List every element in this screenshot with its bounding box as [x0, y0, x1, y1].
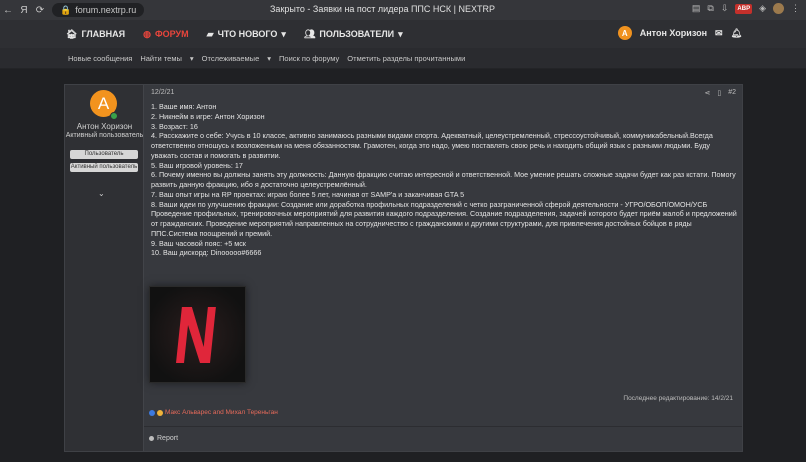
online-status-icon [110, 112, 118, 120]
post-line: 8. Ваши идеи по улучшению фракции: Созда… [151, 199, 737, 238]
users-icon: 👥︎ [303, 28, 316, 39]
attachment-image[interactable]: N [149, 286, 246, 383]
reader-icon[interactable]: ▤ [692, 3, 701, 14]
like-icon [149, 409, 155, 416]
chevron-down-icon[interactable]: ▾ [190, 54, 194, 63]
inbox-icon[interactable]: ✉ [715, 28, 723, 39]
browser-toolbar: ← Я ⟳ 🔒 forum.nextrp.ru Закрыто - Заявки… [0, 0, 806, 20]
author-badge: Пользователь [70, 150, 138, 159]
user-avatar[interactable]: А [617, 26, 632, 40]
subnav-watched[interactable]: Отслеживаемые [202, 54, 260, 63]
subnav-search-forums[interactable]: Поиск по форуму [279, 54, 339, 63]
nav-home[interactable]: 🏠︎ ГЛАВНАЯ [66, 29, 125, 40]
yandex-icon[interactable]: Я [16, 5, 32, 16]
extension-icon[interactable]: ◈ [759, 3, 766, 14]
chevron-down-icon[interactable]: ⌄ [98, 189, 105, 198]
back-icon[interactable]: ← [0, 5, 16, 16]
subnav-mark-read[interactable]: Отметить разделы прочитанными [347, 54, 465, 63]
bookmark-icon[interactable]: ⧉ [707, 3, 713, 14]
bookmark-icon[interactable]: ▯ [717, 89, 721, 97]
nav-forums[interactable]: ◍ ФОРУМ [143, 29, 189, 40]
reload-icon[interactable]: ⟳ [32, 5, 48, 16]
post-line: 2. Никнейм в игре: Антон Хоризон [151, 111, 265, 121]
reactions[interactable]: Макс Альварес and Михал Тереньган [149, 409, 278, 416]
bell-icon[interactable]: 🔔︎ [731, 28, 742, 39]
share-icon[interactable]: ⋖ [704, 89, 710, 97]
chat-icon: ▰ [206, 28, 214, 39]
profile-avatar-icon[interactable] [773, 3, 784, 14]
post-message: А Антон Хоризон Активный пользователь По… [64, 84, 743, 452]
url-text: forum.nextrp.ru [75, 5, 137, 15]
nav-whats-new[interactable]: ▰ ЧТО НОВОГО ▾ [207, 29, 286, 40]
author-title: Активный пользователь [65, 132, 144, 139]
download-icon[interactable]: ⇩ [721, 3, 729, 14]
window-title: Закрыто - Заявки на пост лидера ППС НСК … [270, 4, 495, 14]
user-name[interactable]: Антон Хоризон [640, 28, 707, 38]
report-icon [149, 436, 154, 441]
divider [144, 426, 742, 427]
last-edited: Последнее редактирование: 14/2/21 [623, 395, 733, 402]
post-line: 9. Ваш часовой пояс: +5 мск [151, 238, 246, 248]
post-body: 1. Ваше имя: Антон 2. Никнейм в игре: Ан… [151, 102, 737, 258]
sub-navigation: Новые сообщения Найти темы ▾ Отслеживаем… [0, 48, 806, 69]
author-badge: Активный пользователь [70, 163, 138, 172]
address-bar[interactable]: 🔒 forum.nextrp.ru [52, 3, 145, 17]
subnav-new-posts[interactable]: Новые сообщения [68, 54, 132, 63]
chevron-down-icon[interactable]: ▾ [267, 54, 271, 63]
nav-members[interactable]: 👥︎ ПОЛЬЗОВАТЕЛИ ▾ [304, 29, 403, 40]
subnav-find-threads[interactable]: Найти темы [140, 54, 182, 63]
smile-icon [157, 409, 163, 416]
post-line: 6. Почему именно вы должны занять эту до… [151, 170, 736, 189]
author-name[interactable]: Антон Хоризон [65, 122, 144, 131]
post-line: 1. Ваше имя: Антон [151, 102, 217, 111]
post-line: 10. Ваш дискорд: Dinooooo#6666 [151, 248, 262, 258]
post-date[interactable]: 12/2/21 [151, 89, 174, 96]
post-line: 3. Возраст: 16 [151, 121, 198, 131]
reaction-users[interactable]: Макс Альварес and Михал Тереньган [165, 409, 278, 416]
post-line: 7. Ваш опыт игры на RP проектах: играю б… [151, 189, 465, 199]
adblock-icon[interactable]: ABP [735, 3, 753, 14]
chevron-down-icon: ▾ [281, 28, 286, 39]
report-button[interactable]: Report [149, 435, 178, 442]
post-user-panel: А Антон Хоризон Активный пользователь По… [65, 85, 144, 451]
chevron-down-icon: ▾ [398, 28, 403, 39]
post-line: 4. Расскажите о себе: Учусь в 10 классе,… [151, 131, 713, 160]
forum-icon: ◍ [143, 28, 151, 39]
post-number[interactable]: #2 [728, 89, 736, 97]
menu-icon[interactable]: ⋮ [791, 3, 800, 14]
home-icon: 🏠︎ [66, 28, 78, 39]
lock-icon: 🔒 [60, 4, 72, 15]
forum-navbar: 🏠︎ ГЛАВНАЯ ◍ ФОРУМ ▰ ЧТО НОВОГО ▾ 👥︎ ПОЛЬЗОВА… [0, 20, 806, 48]
post-line: 5. Ваш игровой уровень: 17 [151, 160, 243, 170]
